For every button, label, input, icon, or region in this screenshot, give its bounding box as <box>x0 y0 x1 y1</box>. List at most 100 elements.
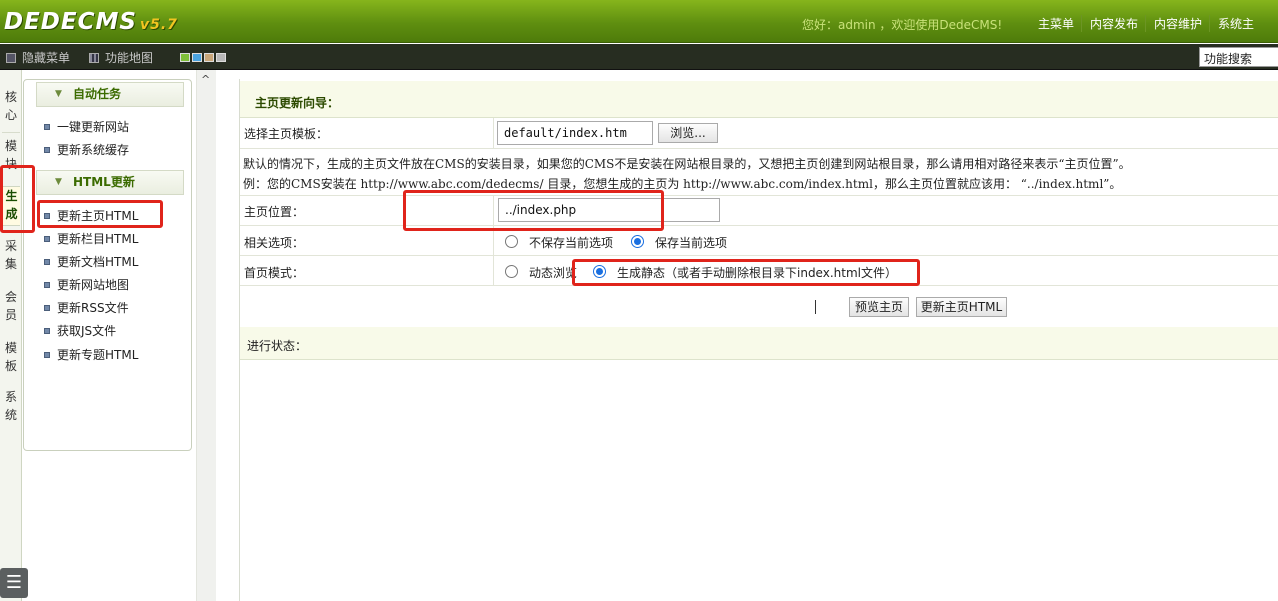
menu-group-title: 自动任务 <box>73 87 122 101</box>
options-label: 相关选项： <box>244 236 305 250</box>
radio-save[interactable] <box>631 235 644 248</box>
tab-generate[interactable]: 生成 <box>2 186 20 226</box>
collapse-arrow-icon: ▼ <box>55 89 62 99</box>
bullet-icon <box>44 124 50 130</box>
bullet-icon <box>44 328 50 334</box>
menu-item-update-sitemap[interactable]: 更新网站地图 <box>44 276 129 293</box>
menu-item-label: 更新系统缓存 <box>57 143 130 157</box>
theme-swatch-gray[interactable] <box>216 53 226 62</box>
preview-home-button[interactable]: 预览主页 <box>849 297 909 317</box>
row-divider <box>493 226 494 255</box>
note-line-1: 默认的情况下，生成的主页文件放在CMS的安装目录，如果您的CMS不是安装在网站根… <box>243 157 1131 171</box>
radio-static[interactable] <box>593 265 606 278</box>
menu-scrollbar[interactable]: ^ <box>196 70 216 601</box>
hide-menu-icon <box>6 52 16 63</box>
menu-item-update-site[interactable]: 一键更新网站 <box>44 118 129 135</box>
menu-group-title: HTML更新 <box>73 175 135 189</box>
menu-item-label: 获取JS文件 <box>57 324 117 338</box>
theme-swatches <box>180 53 226 62</box>
tab-collect[interactable]: 采集 <box>2 237 20 273</box>
function-search-input[interactable]: 功能搜索 <box>1199 47 1278 67</box>
menu-item-get-js[interactable]: 获取JS文件 <box>44 322 116 339</box>
template-input[interactable]: default/index.htm <box>497 121 653 145</box>
menu-item-update-column-html[interactable]: 更新栏目HTML <box>44 230 138 247</box>
menu-item-update-cache[interactable]: 更新系统缓存 <box>44 141 129 158</box>
radio-no-save[interactable] <box>505 235 518 248</box>
radio-save-label[interactable]: 保存当前选项 <box>655 234 727 251</box>
top-header: DEDECMS v5.7 您好：admin ，欢迎使用DedeCMS! 主菜单 内… <box>0 0 1278 43</box>
row-divider <box>493 118 494 148</box>
bullet-icon <box>44 282 50 288</box>
mode-label: 首页模式： <box>244 266 305 280</box>
bullet-icon <box>44 305 50 311</box>
tab-module[interactable]: 模块 <box>2 137 20 173</box>
grid-icon <box>89 52 99 63</box>
function-map-label: 功能地图 <box>105 51 154 65</box>
menu-item-label: 更新主页HTML <box>57 209 139 223</box>
update-home-html-button[interactable]: 更新主页HTML <box>916 297 1007 317</box>
tab-member[interactable]: 会员 <box>2 288 20 324</box>
nav-system[interactable]: 系统主 <box>1209 15 1261 32</box>
theme-swatch-green[interactable] <box>180 53 190 62</box>
bullet-icon <box>44 236 50 242</box>
menu-item-label: 更新网站地图 <box>57 278 130 292</box>
menu-item-label: 更新RSS文件 <box>57 301 129 315</box>
menu-item-update-rss[interactable]: 更新RSS文件 <box>44 299 129 316</box>
welcome-message: 您好：admin ，欢迎使用DedeCMS! <box>802 18 1003 32</box>
page-title: 主页更新向导： <box>240 81 1278 118</box>
vertical-tabs: 核心 模块 生成 采集 会员 模板 系统 <box>0 70 22 601</box>
menu-item-label: 更新栏目HTML <box>57 232 139 246</box>
options-row: 相关选项： 不保存当前选项 保存当前选项 <box>240 226 1278 256</box>
position-label: 主页位置： <box>244 205 305 219</box>
hide-menu-button[interactable]: 隐藏菜单 <box>6 49 70 66</box>
dedecms-logo[interactable]: DEDECMS v5.7 <box>4 9 178 35</box>
function-map-button[interactable]: 功能地图 <box>89 49 153 66</box>
menu-item-update-topic-html[interactable]: 更新专题HTML <box>44 346 138 363</box>
nav-content-publish[interactable]: 内容发布 <box>1081 15 1145 32</box>
menu-group-auto-tasks[interactable]: ▼ 自动任务 <box>36 82 184 107</box>
menu-item-label: 更新文档HTML <box>57 255 139 269</box>
menu-item-label: 更新专题HTML <box>57 348 139 362</box>
tab-core[interactable]: 核心 <box>2 88 20 124</box>
bullet-icon <box>44 213 50 219</box>
nav-content-maintain[interactable]: 内容维护 <box>1145 15 1209 32</box>
bullet-icon <box>44 259 50 265</box>
row-divider <box>493 196 494 225</box>
top-nav: 主菜单 内容发布 内容维护 系统主 <box>1030 15 1261 32</box>
text-cursor <box>815 300 816 314</box>
menu-item-update-home-html[interactable]: 更新主页HTML <box>44 207 138 224</box>
menu-item-update-doc-html[interactable]: 更新文档HTML <box>44 253 138 270</box>
radio-dynamic[interactable] <box>505 265 518 278</box>
radio-static-label[interactable]: 生成静态（或者手动删除根目录下index.html文件） <box>617 264 897 281</box>
toolbar: 隐藏菜单 功能地图 功能搜索 <box>0 44 1278 70</box>
position-row: 主页位置： ../index.php <box>240 196 1278 226</box>
mode-row: 首页模式： 动态浏览 生成静态（或者手动删除根目录下index.html文件） <box>240 256 1278 286</box>
nav-main-menu[interactable]: 主菜单 <box>1030 15 1081 32</box>
progress-status: 进行状态： <box>240 327 1278 360</box>
hide-menu-label: 隐藏菜单 <box>22 51 71 65</box>
main-content: 主页更新向导： 选择主页模板： default/index.htm 浏览... … <box>239 79 1278 601</box>
theme-swatch-blue[interactable] <box>192 53 202 62</box>
template-label: 选择主页模板： <box>244 127 329 141</box>
radio-dynamic-label[interactable]: 动态浏览 <box>529 264 577 281</box>
bullet-icon <box>44 147 50 153</box>
collapse-arrow-icon: ▼ <box>55 177 62 187</box>
radio-no-save-label[interactable]: 不保存当前选项 <box>529 234 613 251</box>
logo-text: DEDECMS <box>4 9 137 35</box>
note-line-2: 例：您的CMS安装在 http://www.abc.com/dedecms/ 目… <box>243 177 1122 191</box>
browse-button[interactable]: 浏览... <box>658 123 718 143</box>
menu-group-html-update[interactable]: ▼ HTML更新 <box>36 170 184 195</box>
logo-version: v5.7 <box>139 17 178 33</box>
home-position-input[interactable]: ../index.php <box>498 198 720 222</box>
theme-swatch-brown[interactable] <box>204 53 214 62</box>
chevron-up-icon[interactable]: ^ <box>201 73 210 86</box>
tab-template[interactable]: 模板 <box>2 339 20 375</box>
menu-item-label: 一键更新网站 <box>57 120 130 134</box>
left-menu-panel: ▼ 自动任务 一键更新网站 更新系统缓存 ▼ HTML更新 更新主页HTML 更… <box>23 79 192 451</box>
menu-list-icon[interactable]: ☰ <box>0 568 28 598</box>
template-row: 选择主页模板： default/index.htm 浏览... <box>240 118 1278 149</box>
row-divider <box>493 256 494 285</box>
tab-divider <box>2 132 20 133</box>
bullet-icon <box>44 352 50 358</box>
tab-system[interactable]: 系统 <box>2 388 20 424</box>
